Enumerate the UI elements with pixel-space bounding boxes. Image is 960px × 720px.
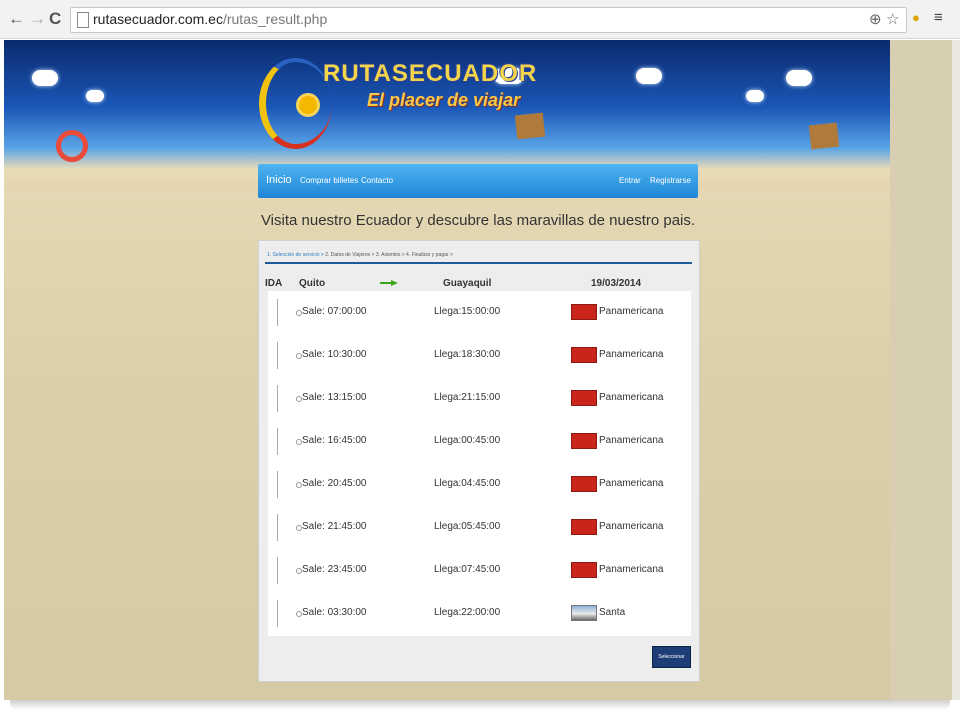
schedule-row[interactable]: Sale: 16:45:00 Llega:00:45:00 Panamerica…: [268, 420, 691, 463]
arrival-time: Llega:07:45:00: [434, 564, 501, 575]
nav-comprar-billetes[interactable]: Comprar billetes: [300, 176, 358, 185]
trip-destination: Guayaquil: [443, 278, 492, 289]
company-name: Panamericana: [599, 564, 664, 575]
step-divider: [265, 262, 692, 264]
arrival-time: Llega:21:15:00: [434, 392, 501, 403]
arrival-time: Llega:04:45:00: [434, 478, 501, 489]
cloud-icon: [786, 70, 812, 86]
schedule-row[interactable]: Sale: 20:45:00 Llega:04:45:00 Panamerica…: [268, 463, 691, 506]
select-button[interactable]: Seleccionar: [652, 646, 691, 668]
company-name: Santa: [599, 607, 626, 618]
page-headline: Visita nuestro Ecuador y descubre las ma…: [260, 212, 696, 229]
schedule-row[interactable]: Sale: 21:45:00 Llega:05:45:00 Panamerica…: [268, 506, 691, 549]
panamericana-logo-icon: [571, 562, 597, 578]
step-seleccion: 1. Selección de servicio >: [267, 252, 324, 258]
panamericana-logo-icon: [571, 304, 597, 320]
departure-time: Sale: 16:45:00: [302, 435, 367, 446]
company-name: Panamericana: [599, 478, 664, 489]
trip-date: 19/03/2014: [591, 278, 642, 289]
row-divider: [277, 514, 278, 541]
sun-icon: [299, 96, 317, 114]
schedule-list: Sale: 07:00:00 Llega:15:00:00 Panamerica…: [268, 291, 691, 636]
browser-menu-icon[interactable]: ≡: [934, 9, 943, 26]
schedule-row[interactable]: Sale: 10:30:00 Llega:18:30:00 Panamerica…: [268, 334, 691, 377]
departure-time: Sale: 13:15:00: [302, 392, 367, 403]
departure-time: Sale: 03:30:00: [302, 607, 367, 618]
bookmark-star-icon[interactable]: ☆: [886, 10, 899, 28]
schedule-row[interactable]: Sale: 13:15:00 Llega:21:15:00 Panamerica…: [268, 377, 691, 420]
page-viewport: RUTASECUADOR El placer de viajar Inicio …: [4, 40, 952, 700]
lifebuoy-icon: [56, 130, 88, 162]
trip-direction: IDA: [265, 278, 283, 289]
row-divider: [277, 299, 278, 326]
step-datos-viajeros: 2. Datos de Viajeros >: [325, 252, 375, 258]
arrival-time: Llega:18:30:00: [434, 349, 501, 360]
site-logo[interactable]: RUTASECUADOR El placer de viajar: [259, 50, 536, 150]
row-divider: [277, 600, 278, 627]
right-side-background: [890, 40, 952, 700]
cloud-icon: [86, 90, 104, 102]
nav-registrarse[interactable]: Registrarse: [650, 176, 691, 185]
back-arrow-icon[interactable]: ←: [8, 9, 25, 29]
reload-icon[interactable]: C: [49, 9, 61, 29]
panamericana-logo-icon: [571, 519, 597, 535]
sign-post-icon: [808, 122, 840, 150]
bus-photo-icon: [571, 605, 597, 621]
logo-tagline: El placer de viajar: [367, 90, 521, 110]
schedule-row[interactable]: Sale: 23:45:00 Llega:07:45:00 Panamerica…: [268, 549, 691, 592]
logo-title: RUTASECUADOR: [323, 60, 538, 87]
nav-entrar[interactable]: Entrar: [619, 176, 641, 185]
schedule-row[interactable]: Sale: 07:00:00 Llega:15:00:00 Panamerica…: [268, 291, 691, 334]
panamericana-logo-icon: [571, 433, 597, 449]
step-breadcrumb: 1. Selección de servicio > 2. Datos de V…: [267, 252, 453, 258]
results-panel: 1. Selección de servicio > 2. Datos de V…: [258, 240, 700, 682]
cloud-icon: [32, 70, 58, 86]
company-name: Panamericana: [599, 392, 664, 403]
departure-time: Sale: 21:45:00: [302, 521, 367, 532]
main-nav: Inicio Comprar billetes Contacto Entrar …: [258, 164, 698, 198]
url-domain: rutasecuador.com.ec: [93, 11, 223, 27]
nav-inicio[interactable]: Inicio: [266, 174, 292, 186]
panamericana-logo-icon: [571, 476, 597, 492]
company-name: Panamericana: [599, 435, 664, 446]
url-text: rutasecuador.com.ec/rutas_result.php: [93, 11, 327, 27]
cloud-icon: [636, 68, 662, 84]
arrow-right-icon: [380, 280, 398, 286]
nav-contacto[interactable]: Contacto: [361, 176, 393, 185]
arrival-time: Llega:22:00:00: [434, 607, 501, 618]
row-divider: [277, 471, 278, 498]
url-path: /rutas_result.php: [222, 11, 328, 27]
panamericana-logo-icon: [571, 390, 597, 406]
company-name: Panamericana: [599, 349, 664, 360]
departure-time: Sale: 07:00:00: [302, 306, 367, 317]
panamericana-logo-icon: [571, 347, 597, 363]
browser-toolbar: ← → C rutasecuador.com.ec/rutas_result.p…: [0, 0, 960, 39]
arrival-time: Llega:15:00:00: [434, 306, 501, 317]
row-divider: [277, 342, 278, 369]
row-divider: [277, 385, 278, 412]
logo-swoosh-icon: [259, 58, 332, 149]
schedule-row[interactable]: Sale: 03:30:00 Llega:22:00:00 Santa: [268, 592, 691, 635]
departure-time: Sale: 20:45:00: [302, 478, 367, 489]
vertical-scrollbar[interactable]: [952, 40, 960, 700]
departure-time: Sale: 10:30:00: [302, 349, 367, 360]
forward-arrow-icon[interactable]: →: [29, 9, 46, 29]
arrival-time: Llega:05:45:00: [434, 521, 501, 532]
arrival-time: Llega:00:45:00: [434, 435, 501, 446]
row-divider: [277, 428, 278, 455]
company-name: Panamericana: [599, 306, 664, 317]
extension-icon[interactable]: ●: [912, 10, 920, 25]
window-bottom-edge: [10, 700, 950, 710]
step-asientos: 3. Asientos >: [375, 252, 405, 258]
zoom-icon[interactable]: ⊕: [869, 10, 882, 28]
departure-time: Sale: 23:45:00: [302, 564, 367, 575]
page-icon: [77, 12, 89, 28]
trip-origin: Quito: [299, 278, 326, 289]
step-finalizar: 4. Finalizar y pagar >: [406, 252, 453, 258]
company-name: Panamericana: [599, 521, 664, 532]
cloud-icon: [746, 90, 764, 102]
address-bar[interactable]: rutasecuador.com.ec/rutas_result.php ⊕ ☆: [70, 7, 907, 33]
row-divider: [277, 557, 278, 584]
